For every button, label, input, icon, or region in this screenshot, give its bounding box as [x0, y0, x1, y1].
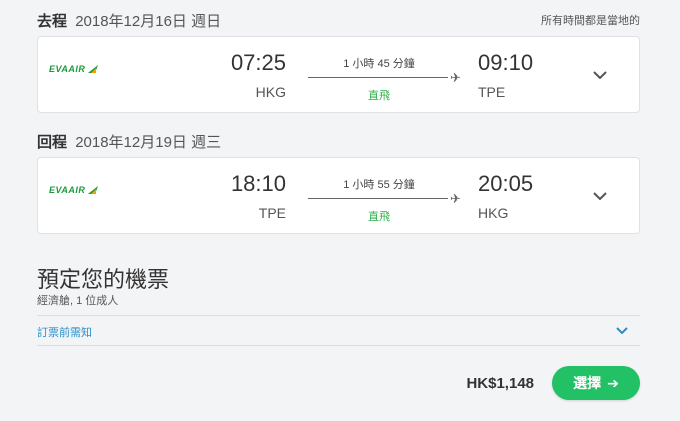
- departure-time: 18:10: [230, 171, 286, 196]
- local-time-note: 所有時間都是當地的: [541, 15, 640, 27]
- chevron-down-icon[interactable]: [616, 327, 628, 334]
- arrival-time: 20:05: [478, 171, 534, 196]
- inbound-header: 回程 2018年12月19日 週三: [37, 131, 221, 152]
- booking-notice-toggle[interactable]: 訂票前需知: [37, 317, 640, 345]
- airline-logo: EVAAIR: [49, 64, 99, 74]
- outbound-flight-card[interactable]: EVAAIR 07:25 HKG 1 小時 45 分鐘 ✈ 直飛 09:10 T…: [37, 36, 640, 113]
- stops-label: 直飛: [368, 90, 390, 102]
- arrival-time: 09:10: [478, 50, 534, 75]
- departure-time: 07:25: [230, 50, 286, 75]
- inbound-date: 2018年12月19日 週三: [75, 134, 222, 151]
- chevron-down-icon[interactable]: [593, 71, 607, 79]
- route-line: [308, 198, 448, 199]
- airline-logo: EVAAIR: [49, 185, 99, 195]
- booking-title: 預定您的機票: [37, 267, 170, 292]
- departure-airport: TPE: [258, 205, 286, 221]
- total-price: HK$1,148: [466, 375, 534, 392]
- arrow-right-icon: ➔: [607, 374, 619, 391]
- inbound-leg-label: 回程: [37, 134, 68, 151]
- arrival-airport: TPE: [478, 84, 506, 100]
- inbound-flight-card[interactable]: EVAAIR 18:10 TPE 1 小時 55 分鐘 ✈ 直飛 20:05 H…: [37, 157, 640, 234]
- airline-logo-mark-icon: [88, 186, 99, 194]
- outbound-date: 2018年12月16日 週日: [75, 13, 222, 30]
- route-line: [308, 77, 448, 78]
- chevron-down-icon[interactable]: [593, 192, 607, 200]
- divider: [37, 315, 640, 316]
- booking-subtitle: 經濟艙, 1 位成人: [37, 295, 119, 307]
- departure-airport: HKG: [255, 84, 286, 100]
- airline-logo-mark-icon: [88, 65, 99, 73]
- divider: [37, 345, 640, 346]
- plane-icon: ✈: [450, 70, 461, 85]
- stops-label: 直飛: [368, 211, 390, 223]
- outbound-leg-label: 去程: [37, 13, 68, 30]
- plane-icon: ✈: [450, 191, 461, 206]
- outbound-header: 去程 2018年12月16日 週日: [37, 10, 221, 31]
- select-button-label: 選擇: [573, 375, 602, 391]
- flight-duration: 1 小時 55 分鐘: [343, 179, 415, 191]
- flight-duration: 1 小時 45 分鐘: [343, 58, 415, 70]
- select-button[interactable]: 選擇 ➔: [552, 366, 640, 400]
- booking-notice-label[interactable]: 訂票前需知: [37, 324, 92, 340]
- arrival-airport: HKG: [478, 205, 509, 221]
